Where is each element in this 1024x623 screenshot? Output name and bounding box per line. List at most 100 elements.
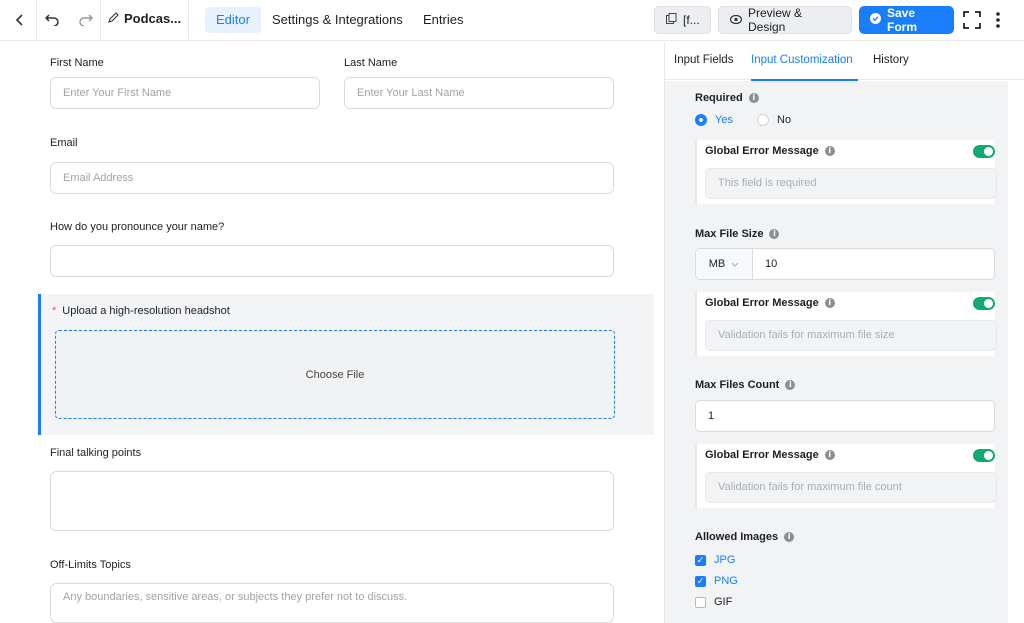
save-form-button[interactable]: Save Form (859, 6, 954, 34)
preview-design-label: Preview & Design (748, 6, 803, 34)
error-message-label-text: Global Error Message (705, 145, 819, 157)
first-name-input[interactable]: Enter Your First Name (50, 77, 320, 109)
error-message-label: Global Error Message i (705, 449, 835, 461)
allowed-png-checkbox[interactable]: ✓ PNG (695, 575, 738, 587)
preview-design-button[interactable]: Preview & Design (718, 6, 852, 34)
info-icon: i (769, 229, 780, 239)
radio-empty-icon (757, 114, 769, 126)
checkbox-empty-icon (695, 596, 706, 608)
radio-selected-icon (695, 114, 707, 126)
required-yes-label: Yes (715, 114, 733, 126)
choose-file-label: Choose File (305, 368, 365, 381)
checkbox-checked-icon: ✓ (695, 575, 706, 587)
tab-editor[interactable]: Editor (205, 7, 261, 33)
pronounce-input[interactable] (50, 245, 614, 277)
last-name-input[interactable]: Enter Your Last Name (344, 77, 614, 109)
allowed-png-label: PNG (714, 575, 738, 587)
divider (100, 0, 101, 41)
max-file-size-input[interactable]: 10 (765, 249, 777, 279)
panel-tabs: Input Fields Input Customization History (665, 42, 1024, 81)
last-name-label: Last Name (344, 57, 398, 69)
shortcode-label: [f... (683, 13, 700, 27)
tab-settings-integrations[interactable]: Settings & Integrations (261, 7, 414, 33)
upload-label-text: Upload a high-resolution headshot (62, 305, 230, 317)
talking-points-label: Final talking points (50, 447, 142, 459)
off-limits-textarea[interactable]: Any boundaries, sensitive areas, or subj… (50, 583, 614, 623)
customization-body: Required i Yes No Global Error Message i… (665, 81, 1008, 623)
form-canvas: First Name Enter Your First Name Last Na… (0, 42, 664, 623)
tab-entries[interactable]: Entries (412, 7, 474, 33)
error-message-toggle[interactable] (973, 145, 995, 158)
allowed-images-label-text: Allowed Images (695, 531, 779, 543)
pencil-icon (108, 11, 119, 26)
error-message-toggle[interactable] (973, 449, 995, 462)
off-limits-label: Off-Limits Topics (50, 559, 131, 571)
error-message-label: Global Error Message i (705, 297, 835, 309)
choose-file-dropzone[interactable]: Choose File (55, 330, 615, 419)
tab-input-customization[interactable]: Input Customization (751, 54, 853, 66)
save-form-label: Save Form (887, 6, 917, 34)
top-toolbar: Podcas... Editor Settings & Integrations… (0, 0, 1024, 41)
undo-icon[interactable] (42, 10, 62, 30)
error-message-card-size: Global Error Message i Validation fails … (695, 292, 997, 356)
back-icon[interactable] (10, 10, 30, 30)
unit-select[interactable]: MB (696, 249, 753, 279)
eye-icon (729, 13, 743, 27)
panel-scrollbar[interactable] (1008, 81, 1024, 623)
max-file-size-label: Max File Size i (695, 228, 780, 240)
talking-points-textarea[interactable] (50, 471, 614, 531)
error-message-toggle[interactable] (973, 297, 995, 310)
tab-input-fields[interactable]: Input Fields (674, 54, 733, 66)
tab-history[interactable]: History (873, 54, 909, 66)
info-icon: i (824, 146, 835, 156)
error-message-input[interactable]: Validation fails for maximum file size (705, 320, 997, 351)
allowed-jpg-label: JPG (714, 554, 736, 566)
error-message-label: Global Error Message i (705, 145, 835, 157)
first-name-label: First Name (50, 57, 104, 69)
upload-field-selected[interactable]: * Upload a high-resolution headshot Choos… (38, 294, 654, 435)
max-file-size-label-text: Max File Size (695, 228, 764, 240)
settings-panel: Input Fields Input Customization History… (665, 42, 1024, 623)
max-files-count-label: Max Files Count i (695, 379, 796, 391)
check-circle-icon (870, 13, 881, 27)
shortcode-button[interactable]: [f... (654, 6, 711, 34)
error-message-label-text: Global Error Message (705, 449, 819, 461)
divider (36, 0, 37, 41)
redo-icon[interactable] (76, 10, 96, 30)
required-yes-radio[interactable]: Yes (695, 114, 733, 126)
copy-icon (666, 13, 677, 27)
email-label: Email (50, 137, 78, 149)
info-icon: i (785, 380, 796, 390)
allowed-jpg-checkbox[interactable]: ✓ JPG (695, 554, 735, 566)
required-no-label: No (777, 114, 792, 126)
unit-value: MB (708, 258, 726, 270)
error-message-card-required: Global Error Message i This field is req… (695, 140, 997, 204)
info-icon: i (824, 298, 835, 308)
form-title[interactable]: Podcas... (108, 11, 181, 26)
more-vert-icon[interactable] (988, 10, 1008, 30)
allowed-gif-label: GIF (714, 596, 733, 608)
required-label-text: Required (695, 92, 743, 104)
info-icon: i (784, 532, 795, 542)
allowed-gif-checkbox[interactable]: GIF (695, 596, 732, 608)
error-message-label-text: Global Error Message (705, 297, 819, 309)
error-message-input[interactable]: Validation fails for maximum file count (705, 472, 997, 503)
divider (188, 0, 189, 41)
max-file-size-group: MB 10 (695, 248, 995, 280)
max-files-count-input[interactable]: 1 (695, 400, 995, 432)
pronounce-label: How do you pronounce your name? (50, 221, 225, 233)
required-no-radio[interactable]: No (757, 114, 791, 126)
upload-label: * Upload a high-resolution headshot (52, 305, 230, 317)
required-label: Required i (695, 92, 759, 104)
error-message-card-count: Global Error Message i Validation fails … (695, 444, 997, 508)
error-message-input[interactable]: This field is required (705, 168, 997, 199)
required-mark: * (52, 305, 57, 317)
allowed-images-label: Allowed Images i (695, 531, 795, 543)
checkbox-checked-icon: ✓ (695, 554, 706, 566)
form-title-text: Podcas... (124, 11, 182, 26)
info-icon: i (824, 450, 835, 460)
email-input[interactable]: Email Address (50, 162, 614, 194)
max-files-count-label-text: Max Files Count (695, 379, 780, 391)
info-icon: i (748, 93, 759, 103)
fullscreen-icon[interactable] (962, 10, 982, 30)
